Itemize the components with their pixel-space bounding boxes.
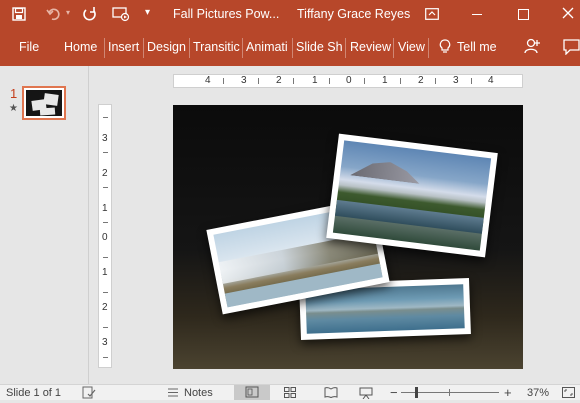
tab-separator — [242, 38, 243, 58]
notes-icon[interactable] — [168, 388, 178, 397]
ruler-label: 0 — [346, 75, 352, 86]
ruler-label: 3 — [241, 75, 247, 86]
maximize-icon[interactable] — [518, 9, 529, 20]
redo-icon[interactable] — [82, 6, 98, 22]
present-icon[interactable] — [112, 6, 130, 22]
zoom-slider-handle[interactable] — [415, 387, 418, 398]
tab-transitions[interactable]: Transitic — [193, 40, 240, 54]
undo-icon[interactable] — [46, 6, 62, 22]
tab-slide-show[interactable]: Slide Sh — [296, 40, 343, 54]
user-name[interactable]: Tiffany Grace Reyes — [297, 7, 410, 21]
notes-button[interactable]: Notes — [184, 387, 213, 399]
tab-design[interactable]: Design — [147, 40, 186, 54]
ribbon-tabs: File Home Insert Design Transitic Animat… — [0, 30, 580, 66]
ruler-label: 2 — [276, 75, 282, 86]
zoom-slider-center — [449, 389, 450, 396]
tab-insert[interactable]: Insert — [108, 40, 139, 54]
tab-separator — [104, 38, 105, 58]
undo-dropdown-icon[interactable]: ▾ — [66, 8, 70, 17]
photo-glacier-lake[interactable] — [326, 133, 498, 258]
tab-separator — [143, 38, 144, 58]
reading-view-icon[interactable] — [324, 387, 338, 399]
slide-sorter-icon[interactable] — [284, 387, 296, 398]
customize-qat-icon[interactable]: ▾ — [145, 7, 150, 18]
ruler-label: 1 — [102, 267, 108, 278]
status-bar: Slide 1 of 1 Notes − + 37% — [0, 384, 580, 400]
ruler-label: 2 — [102, 168, 108, 179]
slide-thumbnail[interactable] — [22, 86, 66, 120]
ruler-label: 3 — [453, 75, 459, 86]
tab-view[interactable]: View — [398, 40, 425, 54]
ruler-label: 1 — [312, 75, 318, 86]
document-title: Fall Pictures Pow... — [173, 7, 280, 21]
minimize-icon[interactable] — [472, 14, 482, 15]
close-icon[interactable] — [562, 7, 574, 19]
tell-me-search[interactable]: Tell me — [457, 40, 497, 54]
slide-indicator: Slide 1 of 1 — [6, 387, 62, 399]
ruler-label: 3 — [102, 133, 108, 144]
tab-home[interactable]: Home — [64, 40, 97, 54]
ruler-label: 1 — [382, 75, 388, 86]
zoom-in-button[interactable]: + — [504, 385, 512, 400]
tab-animations[interactable]: Animati — [246, 40, 288, 54]
horizontal-ruler: 4 3 2 1 0 1 2 3 4 — [173, 74, 523, 88]
save-icon[interactable] — [12, 7, 26, 21]
lightbulb-icon[interactable] — [439, 39, 451, 55]
ruler-label: 3 — [102, 337, 108, 348]
title-bar: ▾ ▾ Fall Pictures Pow... Tiffany Grace R… — [0, 0, 580, 30]
tab-separator — [189, 38, 190, 58]
tab-separator — [393, 38, 394, 58]
zoom-level[interactable]: 37% — [527, 387, 549, 399]
ribbon-display-icon[interactable] — [425, 8, 439, 20]
tab-separator — [345, 38, 346, 58]
normal-view-icon[interactable] — [234, 385, 270, 400]
ruler-label: 2 — [418, 75, 424, 86]
tab-review[interactable]: Review — [350, 40, 391, 54]
pane-divider[interactable] — [88, 66, 89, 384]
slide-number: 1 — [10, 86, 18, 101]
thumbnail-image — [26, 90, 62, 116]
spell-check-icon[interactable] — [82, 386, 96, 399]
slideshow-view-icon[interactable] — [359, 387, 373, 400]
tab-separator — [428, 38, 429, 58]
ruler-label: 2 — [102, 302, 108, 313]
tab-separator — [292, 38, 293, 58]
vertical-ruler: 3 2 1 0 1 2 3 — [98, 104, 112, 368]
comment-icon[interactable] — [563, 39, 580, 56]
tab-file[interactable]: File — [19, 40, 39, 54]
share-icon[interactable] — [523, 37, 541, 55]
ruler-label: 1 — [102, 203, 108, 214]
ruler-label: 0 — [102, 232, 108, 243]
slide-canvas[interactable] — [173, 105, 523, 369]
animation-star-icon: ★ — [9, 103, 18, 114]
ruler-label: 4 — [205, 75, 211, 86]
fit-slide-icon[interactable] — [562, 387, 575, 398]
ruler-label: 4 — [488, 75, 494, 86]
zoom-out-button[interactable]: − — [390, 385, 398, 400]
